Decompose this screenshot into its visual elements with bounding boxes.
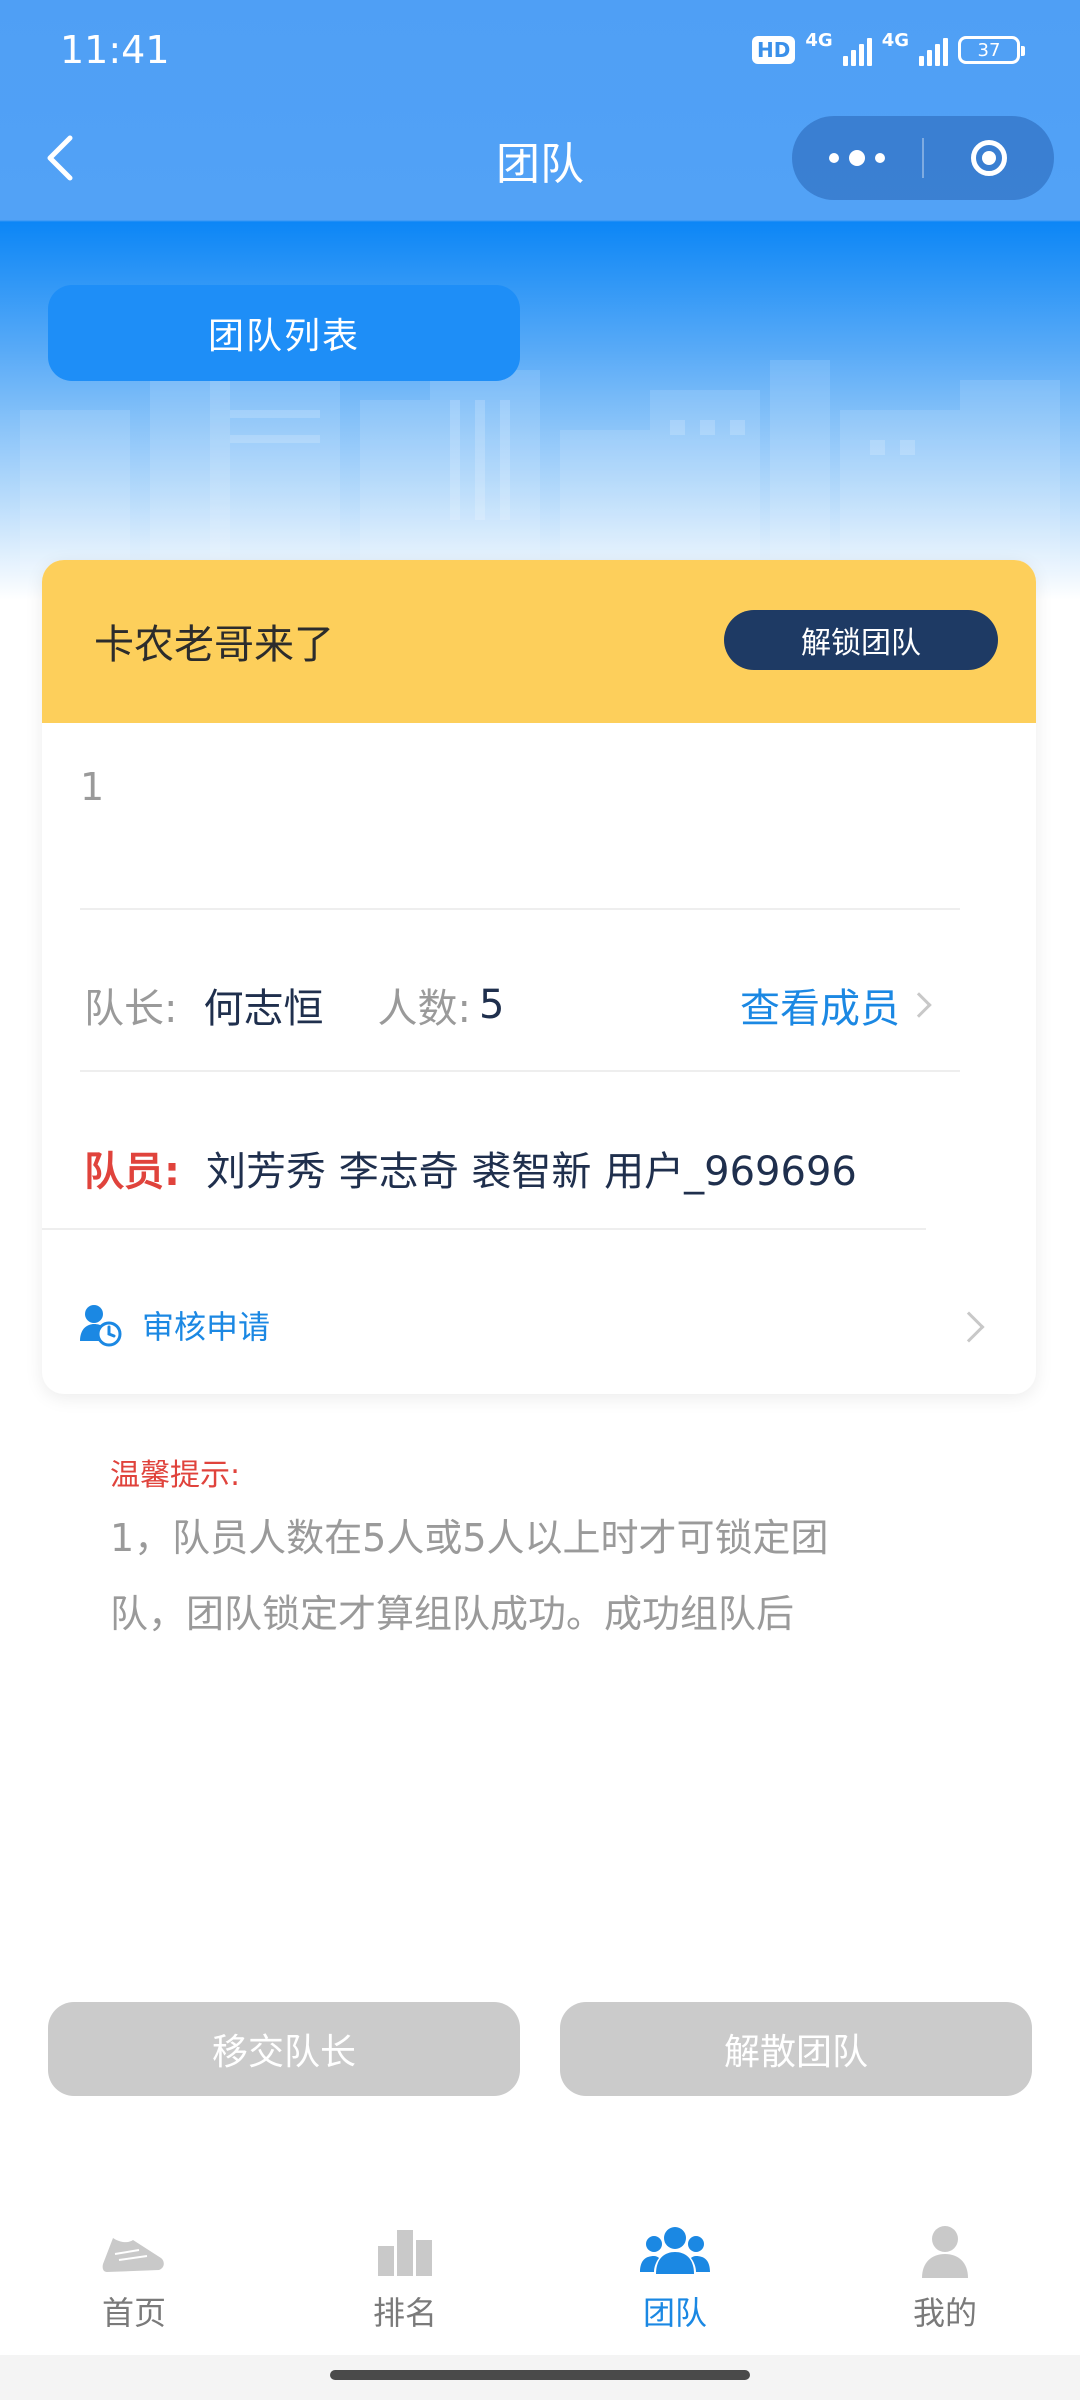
- count-value: 5: [478, 982, 505, 1028]
- shoe-icon: [102, 2238, 164, 2272]
- battery-icon: 37: [958, 36, 1025, 64]
- tab-label: 排名: [372, 2294, 437, 2332]
- count-label: 人数:: [377, 986, 471, 1032]
- tab-label: 我的: [912, 2294, 977, 2332]
- close-button[interactable]: [924, 116, 1054, 200]
- tab-ranking[interactable]: 排名: [305, 2224, 505, 2334]
- team-card-header: 卡农老哥来了 解锁团队: [42, 560, 1036, 723]
- dissolve-team-button[interactable]: 解散团队: [560, 2002, 1032, 2096]
- tab-home[interactable]: 首页: [34, 2224, 234, 2334]
- tab-bar: 首页 排名 团队 我的: [0, 2180, 1080, 2360]
- tab-profile[interactable]: 我的: [845, 2224, 1045, 2334]
- divider: [80, 908, 960, 910]
- status-time: 11:41: [60, 28, 170, 72]
- more-dot-center: [849, 150, 865, 166]
- network-label: 4G: [805, 29, 833, 51]
- review-applications-label: 审核申请: [142, 1308, 271, 1346]
- profile-icon: [922, 2226, 968, 2278]
- signal-icon: [842, 34, 872, 66]
- team-list-button[interactable]: 团队列表: [48, 285, 520, 381]
- home-indicator[interactable]: [330, 2370, 750, 2380]
- network-label-2: 4G: [881, 29, 909, 51]
- view-members-link[interactable]: 查看成员: [740, 970, 932, 1040]
- battery-level: 37: [977, 39, 1001, 61]
- target-close-icon: [971, 140, 1007, 176]
- leader-name: 何志恒: [203, 986, 324, 1032]
- chevron-right-icon: [906, 992, 932, 1018]
- more-dot-right: [875, 153, 885, 163]
- transfer-leader-button[interactable]: 移交队长: [48, 2002, 520, 2096]
- divider: [42, 1228, 926, 1230]
- tab-team[interactable]: 团队: [575, 2224, 775, 2334]
- team-description: 1: [80, 765, 105, 809]
- signal-icon-2: [919, 34, 948, 66]
- team-card: 卡农老哥来了 解锁团队 1 队长: 何志恒 人数: 5 查看成员 队员: 刘芳秀…: [42, 560, 1036, 1394]
- members-row: 队员: 刘芳秀 李志奇 裘智新 用户_969696: [84, 1133, 857, 1203]
- tips-body: 1，队员人数在5人或5人以上时才可锁定团 队，团队锁定才算组队成功。成功组队后: [110, 1500, 910, 1652]
- members-names: 刘芳秀 李志奇 裘智新 用户_969696: [206, 1149, 857, 1195]
- unlock-team-button[interactable]: 解锁团队: [724, 610, 998, 670]
- leader-label: 队长:: [84, 986, 178, 1032]
- tab-label: 首页: [101, 2294, 166, 2332]
- status-icons: HD 4G 4G 37: [752, 29, 1025, 70]
- chevron-right-icon: [953, 1311, 985, 1343]
- team-icon: [640, 2227, 710, 2274]
- user-clock-icon: [80, 1305, 122, 1347]
- miniprogram-capsule: [792, 116, 1054, 200]
- more-button[interactable]: [792, 116, 922, 200]
- hd-badge: HD: [752, 36, 796, 64]
- view-members-label: 查看成员: [740, 986, 900, 1032]
- back-button[interactable]: [38, 128, 82, 188]
- team-name: 卡农老哥来了: [94, 622, 334, 668]
- review-applications-row[interactable]: 审核申请: [78, 1292, 998, 1358]
- more-dots-icon: [829, 153, 839, 163]
- tips-line-2: 队，团队锁定才算组队成功。成功组队后: [110, 1592, 795, 1636]
- ranking-icon: [378, 2230, 432, 2276]
- tab-label: 团队: [642, 2294, 707, 2332]
- divider: [80, 1070, 960, 1072]
- chevron-left-icon: [47, 135, 73, 181]
- tips-line-1: 1，队员人数在5人或5人以上时才可锁定团: [110, 1516, 829, 1560]
- members-label: 队员:: [84, 1149, 180, 1195]
- tips-title: 温馨提示:: [110, 1458, 241, 1493]
